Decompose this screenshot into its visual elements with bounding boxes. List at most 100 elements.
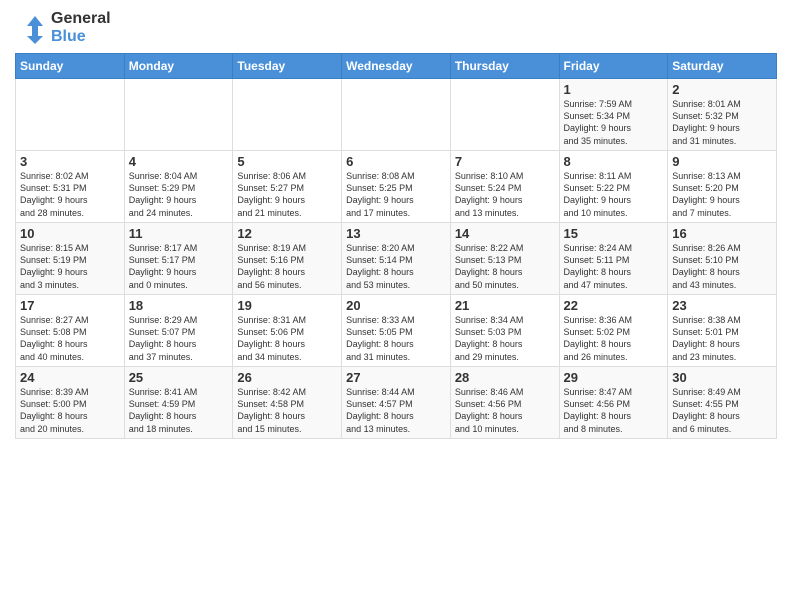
day-info: Sunrise: 8:15 AM Sunset: 5:19 PM Dayligh… [20,242,120,291]
day-info: Sunrise: 8:20 AM Sunset: 5:14 PM Dayligh… [346,242,446,291]
calendar-cell: 23Sunrise: 8:38 AM Sunset: 5:01 PM Dayli… [668,295,777,367]
weekday-header-wednesday: Wednesday [342,54,451,79]
day-info: Sunrise: 8:33 AM Sunset: 5:05 PM Dayligh… [346,314,446,363]
calendar-cell: 6Sunrise: 8:08 AM Sunset: 5:25 PM Daylig… [342,151,451,223]
day-number: 5 [237,154,337,169]
calendar-cell [450,79,559,151]
day-info: Sunrise: 8:19 AM Sunset: 5:16 PM Dayligh… [237,242,337,291]
day-number: 25 [129,370,229,385]
day-number: 16 [672,226,772,241]
day-number: 21 [455,298,555,313]
day-number: 29 [564,370,664,385]
day-number: 2 [672,82,772,97]
calendar-cell [233,79,342,151]
day-info: Sunrise: 8:10 AM Sunset: 5:24 PM Dayligh… [455,170,555,219]
calendar-cell [342,79,451,151]
logo-text-blue: Blue [51,28,111,46]
day-info: Sunrise: 8:26 AM Sunset: 5:10 PM Dayligh… [672,242,772,291]
day-info: Sunrise: 8:24 AM Sunset: 5:11 PM Dayligh… [564,242,664,291]
calendar-cell: 11Sunrise: 8:17 AM Sunset: 5:17 PM Dayli… [124,223,233,295]
day-info: Sunrise: 8:06 AM Sunset: 5:27 PM Dayligh… [237,170,337,219]
day-info: Sunrise: 8:39 AM Sunset: 5:00 PM Dayligh… [20,386,120,435]
calendar-week-1: 1Sunrise: 7:59 AM Sunset: 5:34 PM Daylig… [16,79,777,151]
calendar-cell: 24Sunrise: 8:39 AM Sunset: 5:00 PM Dayli… [16,367,125,439]
page-container: General Blue SundayMondayTuesdayWednesda… [0,0,792,444]
weekday-header-tuesday: Tuesday [233,54,342,79]
day-number: 15 [564,226,664,241]
day-number: 26 [237,370,337,385]
calendar-cell [16,79,125,151]
page-header: General Blue [15,10,777,45]
day-info: Sunrise: 8:08 AM Sunset: 5:25 PM Dayligh… [346,170,446,219]
calendar-cell: 12Sunrise: 8:19 AM Sunset: 5:16 PM Dayli… [233,223,342,295]
day-info: Sunrise: 8:11 AM Sunset: 5:22 PM Dayligh… [564,170,664,219]
day-number: 9 [672,154,772,169]
day-info: Sunrise: 8:04 AM Sunset: 5:29 PM Dayligh… [129,170,229,219]
day-info: Sunrise: 8:34 AM Sunset: 5:03 PM Dayligh… [455,314,555,363]
day-info: Sunrise: 8:38 AM Sunset: 5:01 PM Dayligh… [672,314,772,363]
calendar-cell: 29Sunrise: 8:47 AM Sunset: 4:56 PM Dayli… [559,367,668,439]
day-info: Sunrise: 8:17 AM Sunset: 5:17 PM Dayligh… [129,242,229,291]
day-number: 14 [455,226,555,241]
day-info: Sunrise: 8:42 AM Sunset: 4:58 PM Dayligh… [237,386,337,435]
calendar-cell: 4Sunrise: 8:04 AM Sunset: 5:29 PM Daylig… [124,151,233,223]
calendar-week-5: 24Sunrise: 8:39 AM Sunset: 5:00 PM Dayli… [16,367,777,439]
day-number: 11 [129,226,229,241]
calendar-cell: 19Sunrise: 8:31 AM Sunset: 5:06 PM Dayli… [233,295,342,367]
day-number: 22 [564,298,664,313]
calendar-cell: 10Sunrise: 8:15 AM Sunset: 5:19 PM Dayli… [16,223,125,295]
day-info: Sunrise: 8:13 AM Sunset: 5:20 PM Dayligh… [672,170,772,219]
weekday-header-row: SundayMondayTuesdayWednesdayThursdayFrid… [16,54,777,79]
day-info: Sunrise: 8:01 AM Sunset: 5:32 PM Dayligh… [672,98,772,147]
weekday-header-monday: Monday [124,54,233,79]
calendar-cell: 3Sunrise: 8:02 AM Sunset: 5:31 PM Daylig… [16,151,125,223]
calendar-cell: 25Sunrise: 8:41 AM Sunset: 4:59 PM Dayli… [124,367,233,439]
day-info: Sunrise: 8:49 AM Sunset: 4:55 PM Dayligh… [672,386,772,435]
weekday-header-friday: Friday [559,54,668,79]
day-number: 8 [564,154,664,169]
calendar-cell: 22Sunrise: 8:36 AM Sunset: 5:02 PM Dayli… [559,295,668,367]
day-number: 17 [20,298,120,313]
day-number: 19 [237,298,337,313]
weekday-header-saturday: Saturday [668,54,777,79]
day-number: 30 [672,370,772,385]
day-number: 20 [346,298,446,313]
day-info: Sunrise: 8:22 AM Sunset: 5:13 PM Dayligh… [455,242,555,291]
calendar-cell: 18Sunrise: 8:29 AM Sunset: 5:07 PM Dayli… [124,295,233,367]
day-number: 18 [129,298,229,313]
day-number: 6 [346,154,446,169]
day-info: Sunrise: 8:47 AM Sunset: 4:56 PM Dayligh… [564,386,664,435]
logo-bird-icon [15,12,47,44]
calendar-table: SundayMondayTuesdayWednesdayThursdayFrid… [15,53,777,439]
weekday-header-sunday: Sunday [16,54,125,79]
day-number: 12 [237,226,337,241]
day-info: Sunrise: 8:02 AM Sunset: 5:31 PM Dayligh… [20,170,120,219]
calendar-week-3: 10Sunrise: 8:15 AM Sunset: 5:19 PM Dayli… [16,223,777,295]
day-number: 3 [20,154,120,169]
day-number: 1 [564,82,664,97]
day-number: 23 [672,298,772,313]
calendar-cell: 13Sunrise: 8:20 AM Sunset: 5:14 PM Dayli… [342,223,451,295]
day-number: 24 [20,370,120,385]
day-number: 27 [346,370,446,385]
logo-text-general: General [51,10,111,28]
calendar-cell: 21Sunrise: 8:34 AM Sunset: 5:03 PM Dayli… [450,295,559,367]
calendar-cell: 9Sunrise: 8:13 AM Sunset: 5:20 PM Daylig… [668,151,777,223]
calendar-cell: 7Sunrise: 8:10 AM Sunset: 5:24 PM Daylig… [450,151,559,223]
calendar-week-4: 17Sunrise: 8:27 AM Sunset: 5:08 PM Dayli… [16,295,777,367]
day-info: Sunrise: 8:29 AM Sunset: 5:07 PM Dayligh… [129,314,229,363]
calendar-week-2: 3Sunrise: 8:02 AM Sunset: 5:31 PM Daylig… [16,151,777,223]
day-number: 4 [129,154,229,169]
day-info: Sunrise: 7:59 AM Sunset: 5:34 PM Dayligh… [564,98,664,147]
day-number: 13 [346,226,446,241]
day-info: Sunrise: 8:31 AM Sunset: 5:06 PM Dayligh… [237,314,337,363]
calendar-cell: 1Sunrise: 7:59 AM Sunset: 5:34 PM Daylig… [559,79,668,151]
calendar-cell: 5Sunrise: 8:06 AM Sunset: 5:27 PM Daylig… [233,151,342,223]
day-number: 28 [455,370,555,385]
day-number: 10 [20,226,120,241]
weekday-header-thursday: Thursday [450,54,559,79]
day-info: Sunrise: 8:41 AM Sunset: 4:59 PM Dayligh… [129,386,229,435]
calendar-cell: 30Sunrise: 8:49 AM Sunset: 4:55 PM Dayli… [668,367,777,439]
calendar-cell: 27Sunrise: 8:44 AM Sunset: 4:57 PM Dayli… [342,367,451,439]
calendar-cell: 17Sunrise: 8:27 AM Sunset: 5:08 PM Dayli… [16,295,125,367]
